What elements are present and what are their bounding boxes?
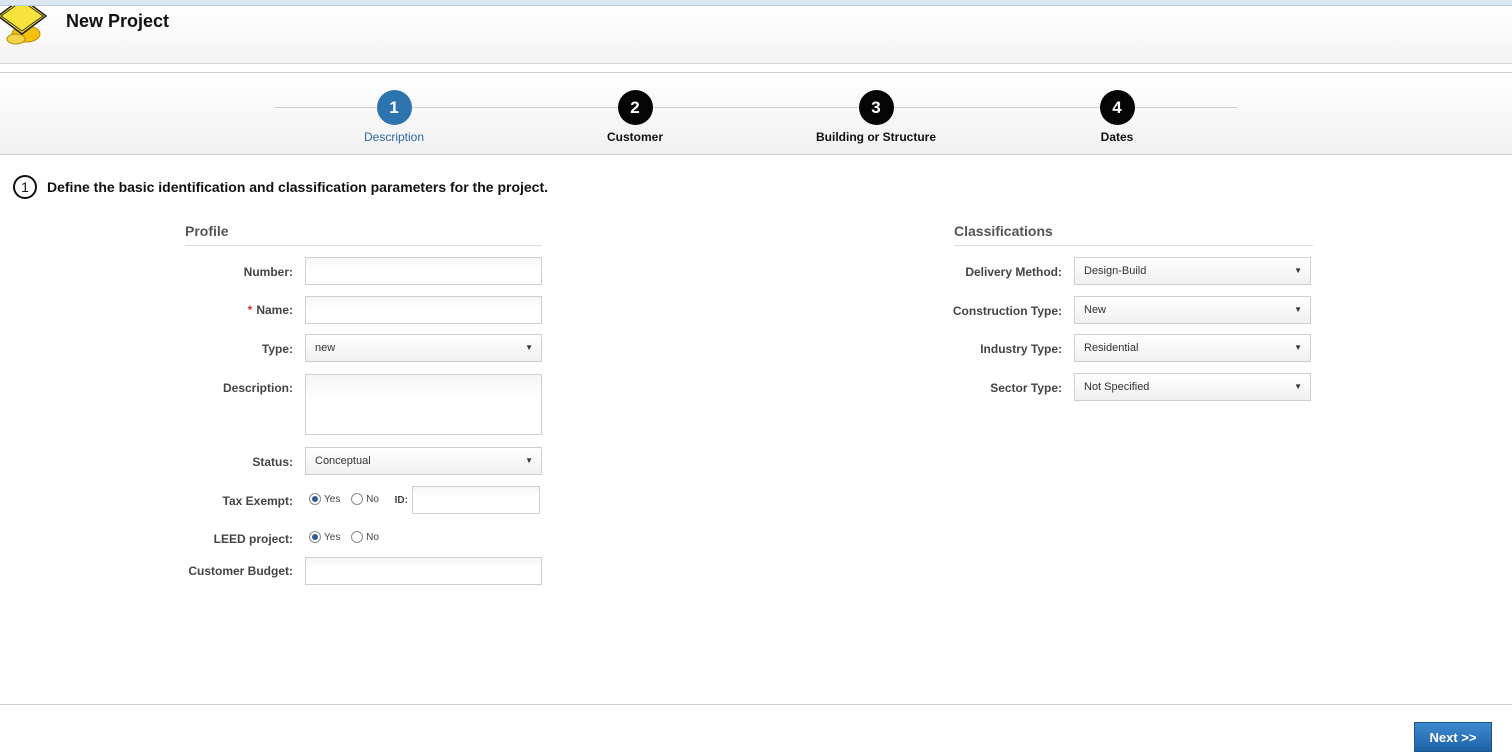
step-number: 1 [376, 90, 412, 125]
chevron-down-icon: ▼ [1294, 343, 1302, 352]
type-select[interactable]: new ▼ [305, 334, 542, 362]
status-label: Status: [252, 455, 293, 469]
sector-type-value: Not Specified [1084, 381, 1150, 393]
industry-type-select[interactable]: Residential ▼ [1074, 334, 1311, 362]
customer-budget-label: Customer Budget: [188, 564, 293, 578]
status-select[interactable]: Conceptual ▼ [305, 447, 542, 475]
description-textarea[interactable] [305, 374, 542, 435]
footer-divider [0, 704, 1512, 705]
classifications-section-title: Classifications [954, 223, 1313, 246]
step-number: 2 [617, 90, 653, 125]
status-select-value: Conceptual [315, 455, 371, 467]
sector-type-select[interactable]: Not Specified ▼ [1074, 373, 1311, 401]
construction-type-value: New [1084, 304, 1107, 316]
wizard-step-dates[interactable]: 4 Dates [1017, 90, 1217, 144]
type-select-value: new [315, 342, 336, 354]
page-title: New Project [66, 11, 170, 31]
leed-radio-group: Yes No [309, 531, 387, 547]
page-header: New Project [0, 6, 1512, 64]
leed-yes-radio[interactable] [309, 531, 321, 543]
tax-exempt-yes-label: Yes [324, 493, 341, 505]
construction-type-label: Construction Type: [952, 304, 1062, 318]
wizard-steps: 1 Description 2 Customer 3 Building or S… [0, 72, 1512, 155]
step-label: Customer [606, 130, 663, 144]
step-label: Building or Structure [816, 130, 936, 144]
wizard-step-building[interactable]: 3 Building or Structure [776, 90, 976, 144]
name-label: Name: [256, 303, 293, 317]
chevron-down-icon: ▼ [1294, 305, 1302, 314]
industry-type-value: Residential [1084, 342, 1139, 354]
tax-exempt-no-label: No [366, 493, 379, 505]
step-number: 4 [1099, 90, 1135, 125]
step-label: Description [363, 130, 425, 144]
sector-type-label: Sector Type: [990, 381, 1062, 395]
step-number: 3 [858, 90, 894, 125]
intro-text: Define the basic identification and clas… [47, 179, 549, 195]
tax-exempt-no-radio[interactable] [351, 493, 364, 505]
delivery-method-label: Delivery Method: [965, 265, 1062, 279]
customer-budget-input[interactable] [305, 557, 542, 585]
wizard-step-customer[interactable]: 2 Customer [535, 90, 735, 144]
name-label-row: * Name: [180, 303, 293, 317]
number-input[interactable] [305, 257, 542, 285]
chevron-down-icon: ▼ [1294, 266, 1302, 275]
required-marker: * [247, 303, 253, 317]
description-label: Description: [222, 381, 293, 395]
chevron-down-icon: ▼ [1294, 382, 1302, 391]
construction-type-select[interactable]: New ▼ [1074, 296, 1311, 324]
leed-no-label: No [366, 531, 379, 543]
leed-no-radio[interactable] [351, 531, 364, 543]
industry-type-label: Industry Type: [980, 342, 1062, 356]
name-input[interactable] [305, 296, 542, 324]
chevron-down-icon: ▼ [525, 343, 533, 352]
tax-exempt-label: Tax Exempt: [222, 494, 293, 508]
delivery-method-select[interactable]: Design-Build ▼ [1074, 257, 1311, 285]
type-label: Type: [261, 342, 293, 356]
number-label: Number: [243, 265, 293, 279]
wizard-step-description[interactable]: 1 Description [294, 90, 494, 144]
tax-exempt-radio-group: Yes No [309, 493, 387, 509]
step-label: Dates [1100, 130, 1134, 144]
leed-yes-label: Yes [324, 531, 341, 543]
delivery-method-value: Design-Build [1084, 265, 1147, 277]
under-construction-logo-icon [0, 6, 48, 45]
id-label: ID: [394, 495, 408, 506]
profile-section-title: Profile [185, 223, 542, 246]
intro-step-number: 1 [13, 175, 37, 199]
tax-exempt-yes-radio[interactable] [309, 493, 321, 505]
chevron-down-icon: ▼ [525, 456, 533, 465]
tax-id-input[interactable] [412, 486, 540, 514]
leed-label: LEED project: [213, 532, 293, 546]
